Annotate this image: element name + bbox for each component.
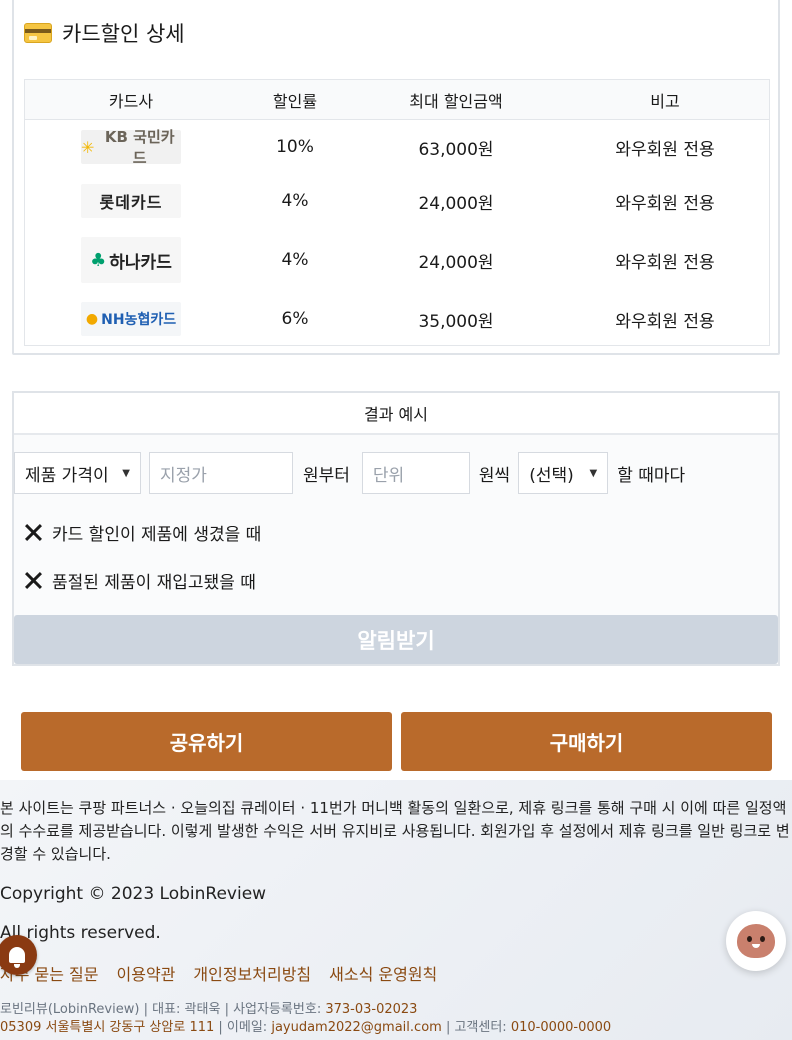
- email-label: 이메일:: [226, 1020, 268, 1035]
- notification-bell-icon: [9, 947, 25, 968]
- discount-rate: 4%: [281, 191, 309, 211]
- privacy-link[interactable]: 개인정보처리방침: [193, 961, 311, 985]
- card-discount-title: 카드할인 상세: [24, 18, 185, 48]
- footer: 본 사이트는 쿠팡 파트너스 · 오늘의집 큐레이터 · 11번가 머니백 활동…: [0, 780, 792, 1040]
- card-table-header: 카드사 할인률 최대 할인금액 비고: [25, 80, 769, 120]
- card-logo-cell: ✳ KB 국민카드: [25, 128, 237, 167]
- card-discount-option[interactable]: 카드 할인이 제품에 생겼을 때: [24, 520, 261, 545]
- biz-number: 373-03-02023: [325, 1002, 418, 1017]
- header-note: 비고: [650, 91, 680, 111]
- nh-mark-icon: ●: [85, 311, 99, 327]
- close-icon: [24, 524, 42, 542]
- hana-card-logo: ♣ 하나카드: [81, 237, 181, 283]
- each-label: 원씩: [478, 465, 511, 486]
- restock-option[interactable]: 품절된 제품이 재입고됐을 때: [24, 568, 256, 593]
- discount-rate: 6%: [281, 309, 309, 329]
- price-condition-select[interactable]: 제품 가격이 ▼: [14, 452, 141, 494]
- chat-button[interactable]: [726, 911, 786, 971]
- cs-label: 고객센터:: [454, 1020, 507, 1035]
- table-row: ● NH농협카드 6% 35,000원 와우회원 전용: [25, 292, 769, 346]
- ceo-label: 대표:: [152, 1002, 181, 1017]
- discount-rate: 10%: [276, 137, 314, 157]
- company-info-line-1: 로빈리뷰(LobinReview) | 대표: 곽태욱 | 사업자등록번호: 3…: [0, 1002, 418, 1017]
- card-logo-cell: ● NH농협카드: [25, 302, 237, 336]
- header-card-company: 카드사: [108, 91, 154, 111]
- header-max-discount: 최대 할인금액: [409, 91, 503, 111]
- lotte-card-logo: 롯데카드: [81, 184, 181, 218]
- address: 05309 서울특별시 강동구 상암로 111: [0, 1020, 215, 1035]
- max-discount: 24,000원: [418, 252, 494, 273]
- restock-option-label: 품절된 제품이 재입고됐을 때: [52, 573, 256, 593]
- card-discount-title-text: 카드할인 상세: [62, 22, 185, 46]
- company-info: 로빈리뷰(LobinReview) | 대표: 곽태욱 | 사업자등록번호: 3…: [0, 1001, 611, 1037]
- news-policy-link[interactable]: 새소식 운영원칙: [329, 961, 437, 985]
- close-icon: [24, 572, 42, 590]
- ceo-name: 곽태욱: [184, 1002, 221, 1017]
- dropdown-caret-icon: ▼: [122, 467, 130, 479]
- max-discount: 24,000원: [418, 193, 494, 214]
- note: 와우회원 전용: [615, 252, 715, 273]
- nh-card-logo: ● NH농협카드: [81, 302, 181, 336]
- table-row: ♣ 하나카드 4% 24,000원 와우회원 전용: [25, 228, 769, 292]
- from-label: 원부터: [303, 465, 350, 486]
- affiliate-notice: 본 사이트는 쿠팡 파트너스 · 오늘의집 큐레이터 · 11번가 머니백 활동…: [0, 799, 790, 863]
- subscribe-alert-button[interactable]: 알림받기: [14, 615, 778, 664]
- terms-link[interactable]: 이용약관: [117, 961, 176, 985]
- max-discount: 35,000원: [418, 311, 494, 332]
- dropdown-caret-icon: ▼: [589, 467, 598, 479]
- company-name: 로빈리뷰(LobinReview): [0, 1002, 140, 1017]
- note: 와우회원 전용: [615, 311, 715, 332]
- note: 와우회원 전용: [615, 139, 715, 160]
- discount-rate: 4%: [281, 250, 309, 270]
- table-row: ✳ KB 국민카드 10% 63,000원 와우회원 전용: [25, 120, 769, 174]
- note: 와우회원 전용: [615, 193, 715, 214]
- card-discount-panel: 카드할인 상세 카드사 할인률 최대 할인금액 비고 ✳ KB 국민카드 10% …: [12, 0, 780, 355]
- card-discount-option-label: 카드 할인이 제품에 생겼을 때: [52, 525, 262, 545]
- share-button[interactable]: 공유하기: [21, 712, 392, 771]
- buy-button[interactable]: 구매하기: [401, 712, 772, 771]
- result-example-panel: 결과 예시 제품 가격이 ▼ 지정가 원부터 단위 원씩 (선택) ▼ 할 때마…: [12, 391, 780, 666]
- result-example-title: 결과 예시: [14, 393, 778, 435]
- fixed-price-input[interactable]: 지정가: [149, 452, 293, 494]
- card-discount-table: 카드사 할인률 최대 할인금액 비고 ✳ KB 국민카드 10% 63,000원 …: [24, 79, 770, 346]
- kb-card-logo: ✳ KB 국민카드: [81, 128, 181, 167]
- choice-select[interactable]: (선택) ▼: [518, 452, 609, 494]
- cs-phone: 010-0000-0000: [510, 1020, 612, 1035]
- card-logo-cell: 롯데카드: [25, 184, 237, 218]
- table-row: 롯데카드 4% 24,000원 와우회원 전용: [25, 174, 769, 228]
- credit-card-icon: [24, 23, 52, 43]
- price-alert-filter-row: 제품 가격이 ▼ 지정가 원부터 단위 원씩 (선택) ▼ 할 때마다: [14, 452, 685, 494]
- copyright-text: Copyright © 2023 LobinReview: [0, 884, 267, 904]
- when-label: 할 때마다: [617, 465, 686, 486]
- kb-star-icon: ✳: [81, 137, 95, 157]
- email[interactable]: jayudam2022@gmail.com: [271, 1020, 441, 1035]
- hana-mark-icon: ♣: [90, 249, 107, 271]
- company-info-line-2: 05309 서울특별시 강동구 상암로 111 | 이메일: jayudam20…: [0, 1020, 612, 1035]
- card-logo-cell: ♣ 하나카드: [25, 237, 237, 283]
- biz-label: 사업자등록번호:: [233, 1002, 322, 1017]
- max-discount: 63,000원: [418, 139, 494, 160]
- footer-links: 자주 묻는 질문 이용약관 개인정보처리방침 새소식 운영원칙: [0, 961, 437, 985]
- chat-character-icon: [737, 924, 775, 958]
- unit-input[interactable]: 단위: [361, 452, 470, 494]
- header-discount-rate: 할인률: [272, 91, 318, 111]
